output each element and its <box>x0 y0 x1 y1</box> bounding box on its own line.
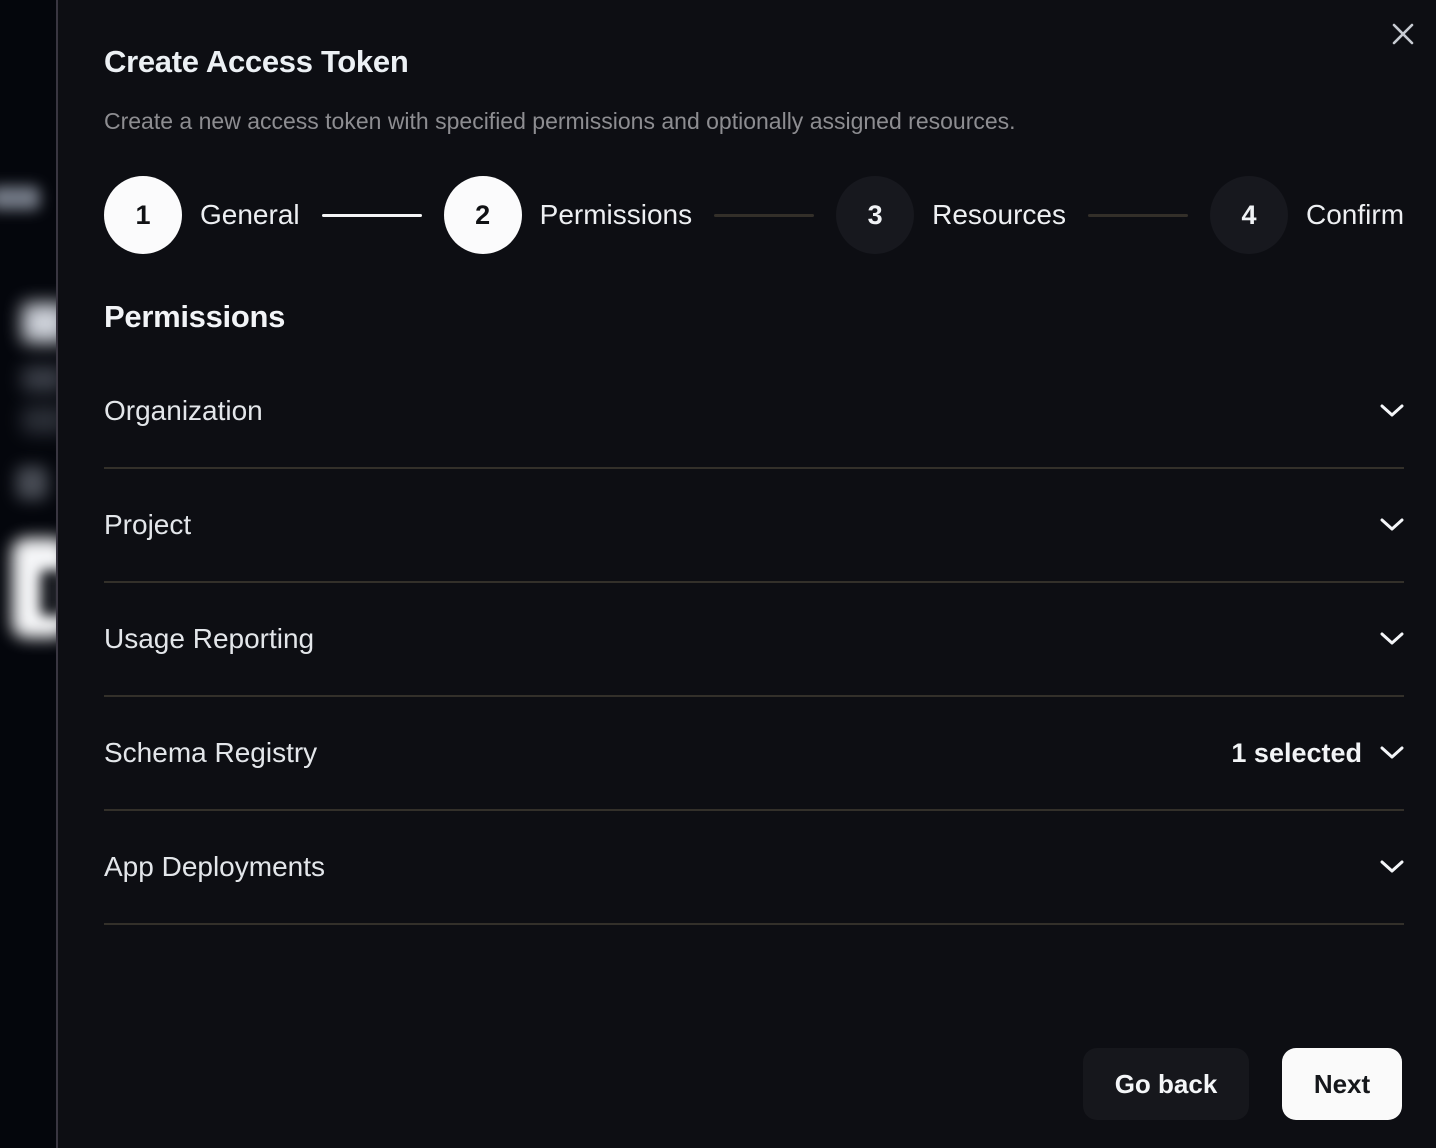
chevron-down-icon <box>1380 518 1404 532</box>
step-confirm[interactable]: 4 Confirm <box>1210 176 1404 254</box>
step-resources[interactable]: 3 Resources <box>836 176 1066 254</box>
step-label: General <box>200 199 300 231</box>
chevron-down-icon <box>1380 404 1404 418</box>
dimmed-background <box>0 0 56 1148</box>
step-label: Confirm <box>1306 199 1404 231</box>
chevron-down-icon <box>1380 860 1404 874</box>
step-permissions[interactable]: 2 Permissions <box>444 176 692 254</box>
modal-subtitle: Create a new access token with specified… <box>104 106 1404 136</box>
step-connector <box>1088 214 1188 217</box>
accordion-label: App Deployments <box>104 851 325 883</box>
step-general[interactable]: 1 General <box>104 176 300 254</box>
accordion-project[interactable]: Project <box>104 469 1404 583</box>
background-blur-shape <box>22 366 56 392</box>
next-button[interactable]: Next <box>1282 1048 1402 1120</box>
accordion-usage-reporting[interactable]: Usage Reporting <box>104 583 1404 697</box>
background-blur-shape <box>40 570 56 616</box>
accordion-label: Organization <box>104 395 263 427</box>
step-connector <box>714 214 814 217</box>
modal-footer: Go back Next <box>1083 1048 1402 1120</box>
accordion-label: Schema Registry <box>104 737 317 769</box>
permissions-accordion-list: Organization Project <box>104 355 1404 925</box>
accordion-organization[interactable]: Organization <box>104 355 1404 469</box>
step-number: 3 <box>836 176 914 254</box>
close-icon <box>1390 21 1416 50</box>
step-label: Permissions <box>540 199 692 231</box>
background-blur-shape <box>16 466 48 500</box>
close-button[interactable] <box>1388 20 1418 50</box>
go-back-button[interactable]: Go back <box>1083 1048 1249 1120</box>
background-blur-shape <box>0 186 40 210</box>
step-number: 4 <box>1210 176 1288 254</box>
accordion-label: Usage Reporting <box>104 623 314 655</box>
accordion-app-deployments[interactable]: App Deployments <box>104 811 1404 925</box>
step-connector <box>322 214 422 217</box>
wizard-stepper: 1 General 2 Permissions 3 Resources 4 Co… <box>104 176 1404 254</box>
permissions-heading: Permissions <box>104 298 1404 336</box>
background-blur-shape <box>22 303 56 343</box>
background-blur-shape <box>22 406 56 434</box>
selection-count: 1 selected <box>1231 738 1362 769</box>
accordion-label: Project <box>104 509 191 541</box>
chevron-down-icon <box>1380 746 1404 760</box>
chevron-down-icon <box>1380 632 1404 646</box>
create-access-token-modal: Create Access Token Create a new access … <box>56 0 1436 1148</box>
accordion-schema-registry[interactable]: Schema Registry 1 selected <box>104 697 1404 811</box>
step-number: 1 <box>104 176 182 254</box>
step-number: 2 <box>444 176 522 254</box>
modal-title: Create Access Token <box>104 44 1404 80</box>
step-label: Resources <box>932 199 1066 231</box>
